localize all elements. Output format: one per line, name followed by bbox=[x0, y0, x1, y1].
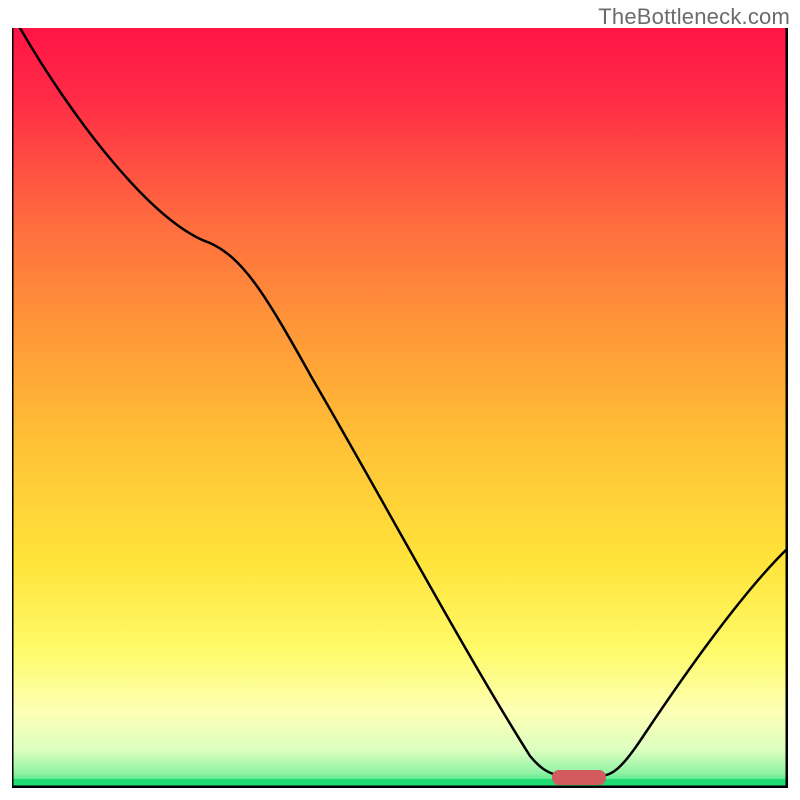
chart-canvas: TheBottleneck.com bbox=[0, 0, 800, 800]
chart-svg bbox=[12, 28, 788, 788]
plot-area bbox=[12, 28, 788, 788]
watermark-text: TheBottleneck.com bbox=[598, 4, 790, 30]
baseline-strip bbox=[12, 779, 788, 786]
optimal-marker bbox=[552, 770, 606, 785]
gradient-background bbox=[12, 28, 788, 788]
